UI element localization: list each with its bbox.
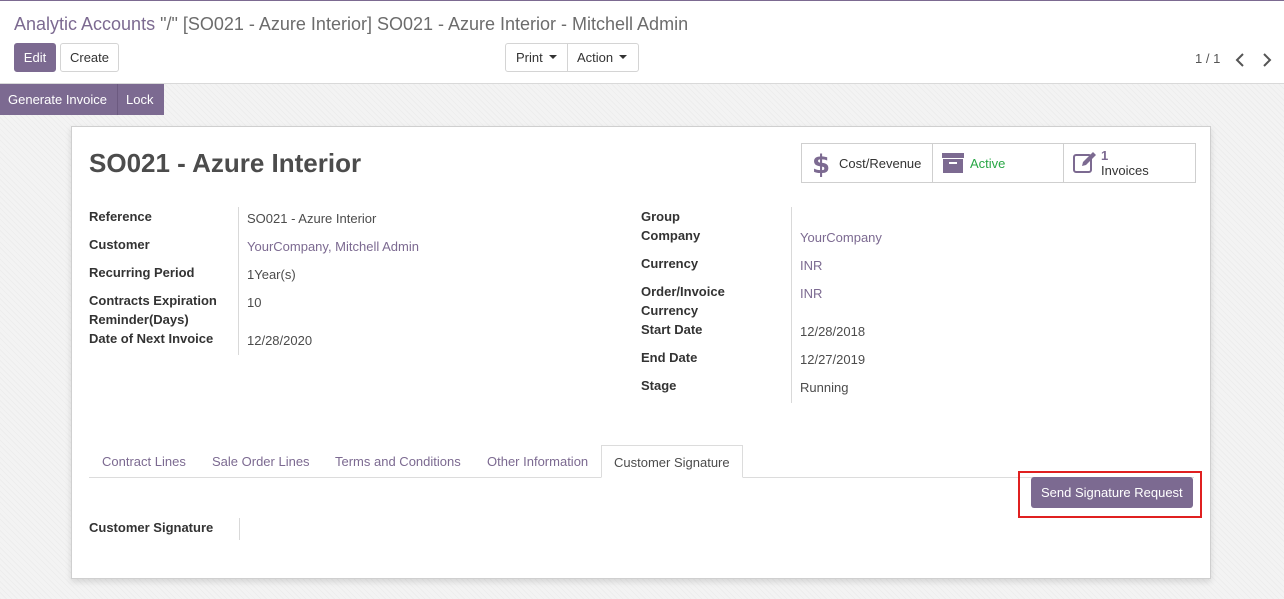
invoices-smart-button[interactable]: 1 Invoices: [1064, 144, 1195, 182]
recurring-period-label: Recurring Period: [89, 265, 195, 280]
caret-down-icon: [548, 54, 557, 59]
breadcrumb-parent-link[interactable]: Analytic Accounts: [14, 14, 155, 34]
left-column-separator: [238, 207, 239, 355]
stage-label: Stage: [641, 378, 677, 393]
invoices-count: 1: [1101, 148, 1109, 163]
action-dropdown-button[interactable]: Action: [567, 43, 639, 72]
reference-label: Reference: [89, 209, 152, 224]
send-signature-highlight: Send Signature Request: [1018, 471, 1202, 518]
print-dropdown-button[interactable]: Print: [505, 43, 568, 72]
company-value-link[interactable]: YourCompany: [800, 228, 882, 247]
tab-other-information[interactable]: Other Information: [487, 445, 588, 478]
end-date-value[interactable]: 12/27/2019: [800, 350, 865, 369]
print-label: Print: [516, 50, 543, 65]
chevron-left-icon: [1235, 53, 1244, 67]
smart-button-box: $ Cost/Revenue Active 1 Invoices: [801, 143, 1196, 183]
pager-previous-button[interactable]: [1230, 45, 1250, 73]
form-sheet: SO021 - Azure Interior $ Cost/Revenue Ac…: [71, 126, 1211, 579]
form-view: Generate Invoice Lock SO021 - Azure Inte…: [0, 84, 1284, 599]
order-invoice-currency-value-link[interactable]: INR: [800, 284, 822, 303]
end-date-label: End Date: [641, 350, 698, 365]
archive-icon: [942, 153, 964, 173]
caret-down-icon: [619, 54, 628, 59]
expiration-reminder-label: Contracts Expiration Reminder(Days): [89, 293, 217, 327]
active-toggle-smart-button[interactable]: Active: [933, 144, 1064, 182]
currency-value-link[interactable]: INR: [800, 256, 822, 275]
action-label: Action: [577, 50, 614, 65]
tab-terms-and-conditions[interactable]: Terms and Conditions: [335, 445, 461, 478]
customer-signature-label: Customer Signature: [89, 520, 214, 535]
start-date-label: Start Date: [641, 322, 703, 337]
customer-value-link[interactable]: YourCompany, Mitchell Admin: [247, 237, 419, 256]
reference-value[interactable]: SO021 - Azure Interior: [247, 209, 376, 228]
next-invoice-date-label: Date of Next Invoice: [89, 331, 214, 346]
active-status-label: Active: [970, 156, 1006, 171]
lock-button[interactable]: Lock: [117, 84, 164, 115]
order-invoice-currency-label: Order/Invoice Currency: [641, 284, 725, 318]
edit-button[interactable]: Edit: [14, 43, 56, 72]
chevron-right-icon: [1263, 53, 1272, 67]
signature-separator: [239, 518, 240, 540]
send-signature-request-button[interactable]: Send Signature Request: [1031, 477, 1193, 508]
group-label: Group: [641, 209, 680, 224]
cost-revenue-smart-button[interactable]: $ Cost/Revenue: [802, 144, 933, 182]
record-title: SO021 - Azure Interior: [89, 148, 362, 178]
pager-value[interactable]: 1 / 1: [1195, 51, 1220, 66]
breadcrumb: Analytic Accounts "/" [SO021 - Azure Int…: [14, 13, 688, 35]
create-button[interactable]: Create: [60, 43, 119, 72]
right-column-separator: [791, 207, 792, 403]
svg-text:$: $: [812, 151, 830, 177]
start-date-value[interactable]: 12/28/2018: [800, 322, 865, 341]
control-panel: Analytic Accounts "/" [SO021 - Azure Int…: [0, 1, 1284, 84]
pager-next-button[interactable]: [1257, 45, 1277, 73]
edit-icon: [1073, 152, 1096, 173]
currency-label: Currency: [641, 256, 699, 271]
breadcrumb-current: "/" [SO021 - Azure Interior] SO021 - Azu…: [155, 14, 689, 34]
customer-label: Customer: [89, 237, 150, 252]
dollar-icon: $: [812, 151, 830, 177]
generate-invoice-button[interactable]: Generate Invoice: [0, 84, 117, 115]
tab-sale-order-lines[interactable]: Sale Order Lines: [212, 445, 310, 478]
tab-customer-signature[interactable]: Customer Signature: [601, 445, 743, 478]
cost-revenue-label: Cost/Revenue: [839, 156, 922, 171]
company-label: Company: [641, 228, 701, 243]
invoices-label: Invoices: [1101, 163, 1149, 178]
recurring-period-value[interactable]: 1Year(s): [247, 265, 296, 284]
next-invoice-date-value[interactable]: 12/28/2020: [247, 331, 312, 350]
stage-value[interactable]: Running: [800, 378, 848, 397]
tab-contract-lines[interactable]: Contract Lines: [102, 445, 186, 478]
expiration-reminder-value[interactable]: 10: [247, 293, 261, 312]
